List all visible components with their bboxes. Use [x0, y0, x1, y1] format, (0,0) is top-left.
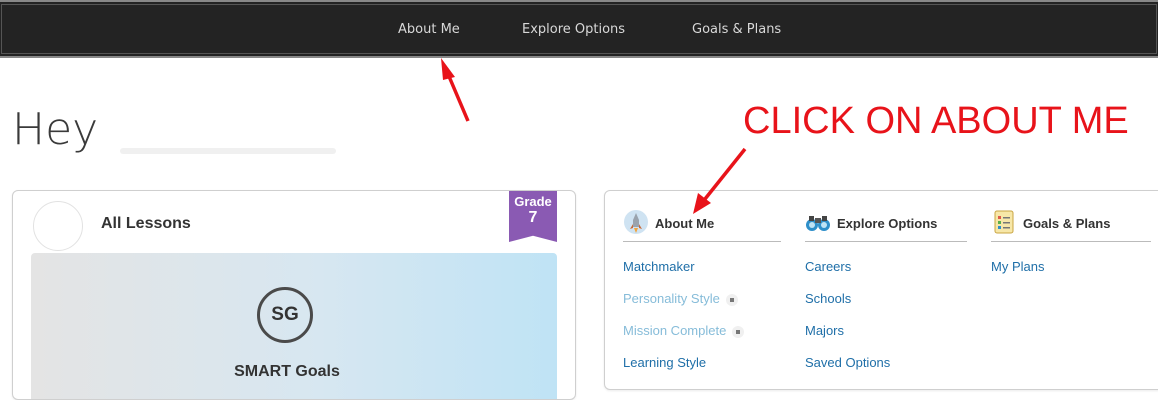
lesson-badge: SG: [257, 287, 313, 343]
rocket-icon: [624, 210, 648, 234]
grade-badge: Grade 7: [509, 191, 557, 242]
about-me-heading: About Me: [655, 216, 715, 231]
lock-icon: [725, 293, 738, 306]
explore-options-column-header[interactable]: Explore Options: [805, 209, 967, 242]
greeting-heading: Hey: [12, 104, 99, 155]
lock-icon: [732, 325, 745, 338]
lesson-title: SMART Goals: [234, 363, 340, 380]
about-me-column-header[interactable]: About Me: [623, 209, 781, 242]
all-lessons-card: All Lessons Grade 7 SG SMART Goals: [12, 190, 576, 400]
menu-item-label: Mission Complete: [623, 323, 727, 338]
menu-item-careers[interactable]: Careers: [805, 259, 851, 274]
arrow-to-nav-about-me: [441, 58, 470, 122]
menu-item-schools[interactable]: Schools: [805, 291, 851, 306]
goals-plans-column-header[interactable]: Goals & Plans: [991, 209, 1151, 242]
nav-about-me[interactable]: About Me: [398, 22, 460, 37]
navigation-menu-card: About Me Matchmaker Personality Style Mi…: [604, 190, 1158, 390]
menu-item-personality-style: Personality Style: [623, 291, 738, 306]
menu-item-matchmaker[interactable]: Matchmaker: [623, 259, 695, 274]
instruction-annotation: CLICK ON ABOUT ME: [743, 100, 1129, 142]
menu-item-my-plans[interactable]: My Plans: [991, 259, 1044, 274]
student-name-placeholder: [120, 148, 336, 154]
binoculars-icon: [806, 216, 830, 231]
nav-goals-plans[interactable]: Goals & Plans: [692, 22, 781, 37]
all-lessons-title: All Lessons: [101, 215, 191, 232]
goals-plans-heading: Goals & Plans: [1023, 216, 1111, 231]
avatar: [33, 201, 83, 251]
nav-explore-options[interactable]: Explore Options: [522, 22, 625, 37]
menu-item-label: Personality Style: [623, 291, 720, 306]
menu-item-mission-complete: Mission Complete: [623, 323, 745, 338]
lesson-tile-smart-goals[interactable]: SG SMART Goals: [31, 253, 557, 399]
grade-value: 7: [528, 209, 538, 226]
menu-item-learning-style[interactable]: Learning Style: [623, 355, 706, 370]
grade-label: Grade: [514, 194, 552, 209]
menu-item-majors[interactable]: Majors: [805, 323, 844, 338]
checklist-icon: [994, 210, 1014, 234]
top-navigation-bar: About Me Explore Options Goals & Plans: [0, 0, 1158, 58]
menu-item-saved-options[interactable]: Saved Options: [805, 355, 890, 370]
explore-options-heading: Explore Options: [837, 216, 938, 231]
